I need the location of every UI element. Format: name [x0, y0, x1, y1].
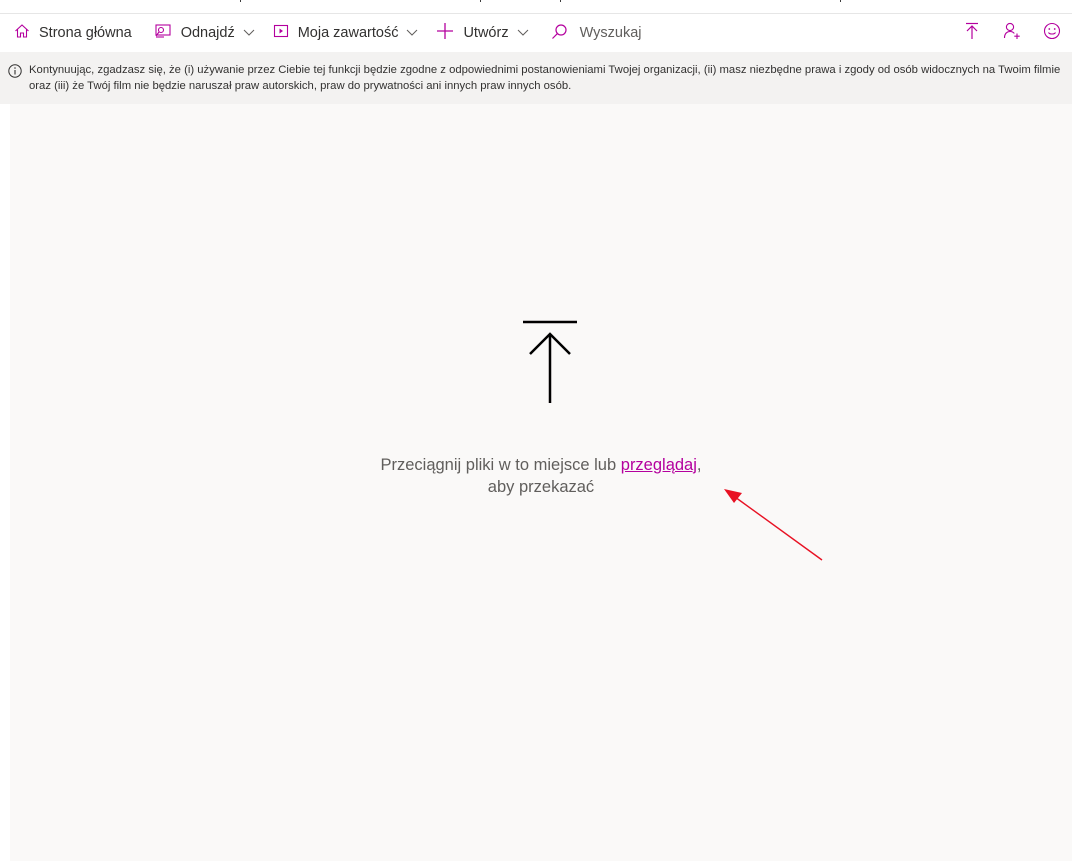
- upload-icon: [964, 22, 980, 45]
- plus-icon: [436, 22, 454, 44]
- dropzone-text-after: ,: [696, 456, 702, 474]
- dropzone-instructions: Przeciągnij pliki w to miejsce lub przeg…: [10, 454, 1072, 498]
- video-icon: [273, 24, 289, 42]
- nav-discover[interactable]: Odnajdź: [148, 14, 261, 52]
- browse-link[interactable]: przeglądaj: [621, 456, 697, 474]
- nav-create-label: Utwórz: [463, 25, 509, 41]
- top-nav-bar: Strona główna Odnajdź Moja zawartość Utw…: [0, 14, 1072, 52]
- chevron-down-icon: [406, 25, 418, 41]
- add-person-button[interactable]: [992, 14, 1032, 52]
- smiley-icon: [1043, 22, 1061, 45]
- chevron-down-icon: [243, 25, 255, 41]
- upload-button[interactable]: [952, 14, 992, 52]
- nav-discover-label: Odnajdź: [180, 25, 235, 41]
- info-icon: [8, 64, 22, 83]
- chevron-down-icon: [517, 25, 529, 41]
- search-placeholder: Wyszukaj: [579, 25, 642, 41]
- nav-create[interactable]: Utwórz: [430, 14, 534, 52]
- discover-icon: [154, 23, 172, 43]
- banner-text: Kontynuując, zgadzasz się, że (i) używan…: [29, 64, 1061, 92]
- nav-home-label: Strona główna: [39, 25, 132, 41]
- nav-home[interactable]: Strona główna: [0, 14, 138, 52]
- feedback-button[interactable]: [1032, 14, 1072, 52]
- dropzone-line-2: aby przekazać: [487, 478, 595, 496]
- app-window: Strona główna Odnajdź Moja zawartość Utw…: [0, 0, 1072, 861]
- upload-dropzone[interactable]: Przeciągnij pliki w to miejsce lub przeg…: [10, 104, 1072, 861]
- home-icon: [14, 23, 30, 43]
- search-input[interactable]: Wyszukaj: [545, 14, 648, 52]
- dropzone-line-1: Przeciągnij pliki w to miejsce lub przeg…: [10, 454, 1072, 476]
- nav-my-content[interactable]: Moja zawartość: [267, 14, 425, 52]
- nav-right-actions: [952, 14, 1072, 52]
- consent-info-banner: Kontynuując, zgadzasz się, że (i) używan…: [0, 52, 1072, 104]
- dropzone-text-before: Przeciągnij pliki w to miejsce lub: [380, 456, 617, 474]
- upload-icon: [523, 320, 577, 403]
- cropped-top-strip: [0, 0, 1072, 14]
- add-person-icon: [1003, 22, 1021, 45]
- search-icon: [551, 23, 568, 44]
- nav-my-content-label: Moja zawartość: [297, 25, 399, 41]
